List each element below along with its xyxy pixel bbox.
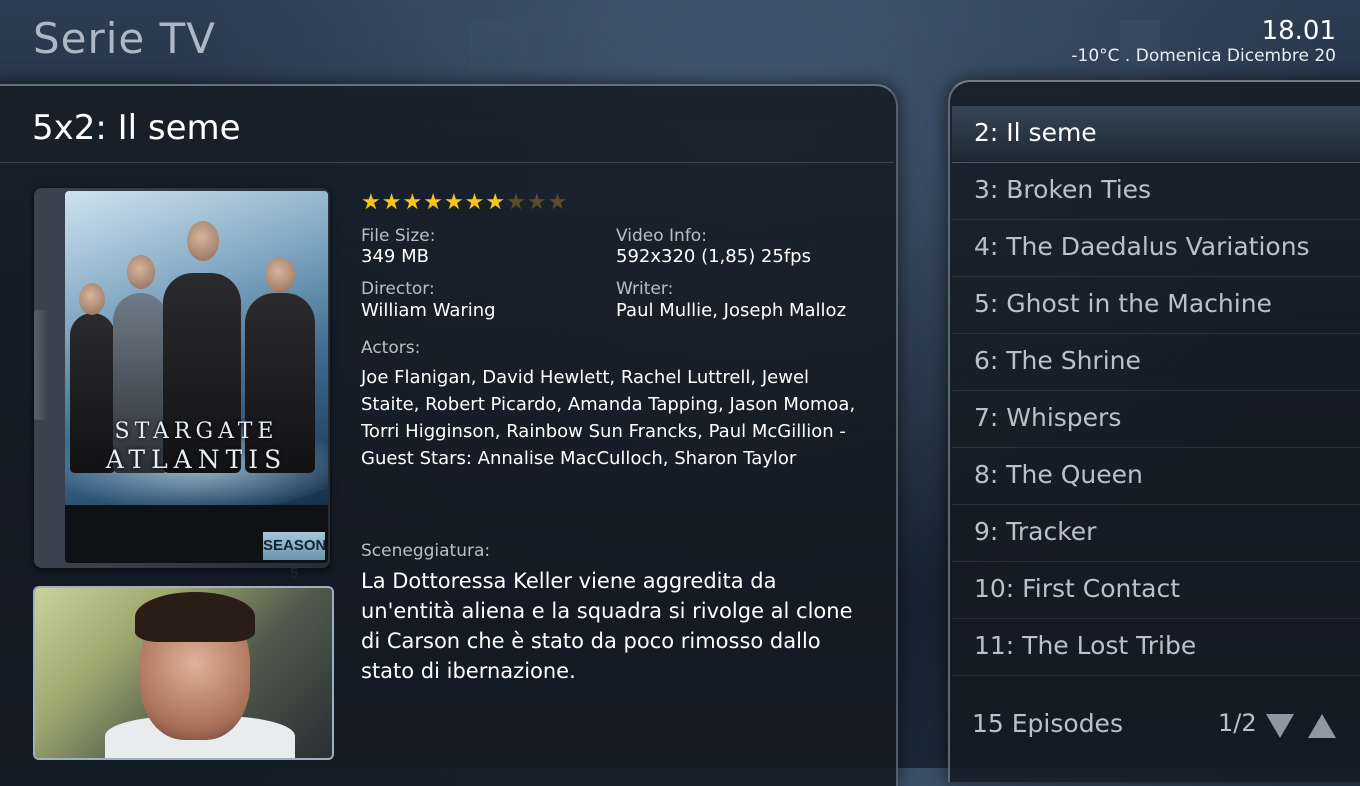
page-up-icon[interactable] (1308, 714, 1336, 738)
clock: 18.01 (1261, 16, 1336, 46)
poster-image: STARGATE ATLANTIS (65, 191, 328, 563)
director-label: Director: (361, 279, 435, 299)
episode-list-item-label: 5: Ghost in the Machine (974, 289, 1272, 318)
rating-stars: ★★★★★★★★★★ (361, 190, 568, 215)
star-filled-icon: ★ (485, 190, 507, 215)
weather-date: -10°C . Domenica Dicembre 20 (1071, 46, 1336, 66)
plot-label: Sceneggiatura: (361, 541, 491, 561)
star-filled-icon: ★ (423, 190, 444, 215)
episode-list-item[interactable]: 7: Whispers (952, 391, 1360, 448)
page-down-icon[interactable] (1266, 714, 1294, 738)
section-title: Serie TV (33, 14, 217, 63)
file-size-value: 349 MB (361, 246, 429, 267)
writer-label: Writer: (616, 279, 674, 299)
episode-count: 15 Episodes (972, 709, 1123, 738)
poster-head (187, 221, 219, 261)
director-value: William Waring (361, 300, 496, 321)
poster-head (265, 257, 295, 293)
episode-list-item[interactable]: 8: The Queen (952, 448, 1360, 505)
page-indicator: 1/2 (1218, 709, 1257, 737)
episode-list-item[interactable]: 9: Tracker (952, 505, 1360, 562)
episode-list-item-label: 8: The Queen (974, 460, 1143, 489)
star-empty-icon: ★ (526, 190, 548, 215)
title-divider (0, 162, 894, 163)
episode-list-item[interactable]: 2: Il seme (952, 106, 1360, 163)
episode-list-item[interactable]: 10: First Contact (952, 562, 1360, 619)
video-info-value: 592x320 (1,85) 25fps (616, 246, 811, 267)
episode-list-item-label: 4: The Daedalus Variations (974, 232, 1310, 261)
episode-list-item-label: 11: The Lost Tribe (974, 631, 1197, 660)
episode-list-item-label: 6: The Shrine (974, 346, 1141, 375)
star-empty-icon: ★ (547, 190, 569, 215)
plot-text: La Dottoressa Keller viene aggredita da … (361, 569, 853, 683)
episode-list-item[interactable]: 6: The Shrine (952, 334, 1360, 391)
file-size-label: File Size: (361, 226, 436, 246)
episode-list-item-label: 7: Whispers (974, 403, 1122, 432)
case-spine (34, 310, 48, 420)
star-filled-icon: ★ (464, 190, 486, 215)
episode-list-item-label: 10: First Contact (974, 574, 1181, 603)
star-empty-icon: ★ (506, 190, 527, 215)
poster-logo-line2: ATLANTIS (105, 445, 288, 474)
episode-list-item-label: 9: Tracker (974, 517, 1097, 546)
video-info-label: Video Info: (616, 226, 707, 246)
poster-head (127, 255, 155, 289)
episode-list-item[interactable]: 5: Ghost in the Machine (952, 277, 1360, 334)
actors-value: Joe Flanigan, David Hewlett, Rachel Lutt… (361, 367, 856, 469)
poster-head (79, 283, 105, 315)
episode-list-item-label: 3: Broken Ties (974, 175, 1152, 204)
episode-title: 5x2: Il seme (32, 108, 241, 148)
episode-thumbnail (33, 586, 334, 760)
episode-list-item[interactable]: 4: The Daedalus Variations (952, 220, 1360, 277)
thumbnail-hair (135, 592, 255, 642)
episode-list-item-label: 2: Il seme (974, 118, 1097, 147)
star-filled-icon: ★ (381, 190, 403, 215)
season-badge: SEASON 5 (263, 532, 326, 582)
poster-logo-line1: STARGATE (114, 419, 279, 444)
episode-list-item[interactable]: 3: Broken Ties (952, 163, 1360, 220)
star-filled-icon: ★ (443, 190, 465, 215)
actors-label: Actors: (361, 338, 421, 358)
star-filled-icon: ★ (402, 190, 424, 215)
writer-value: Paul Mullie, Joseph Malloz (616, 300, 847, 321)
star-filled-icon: ★ (361, 190, 382, 215)
episode-list-item[interactable]: 11: The Lost Tribe (952, 619, 1360, 676)
